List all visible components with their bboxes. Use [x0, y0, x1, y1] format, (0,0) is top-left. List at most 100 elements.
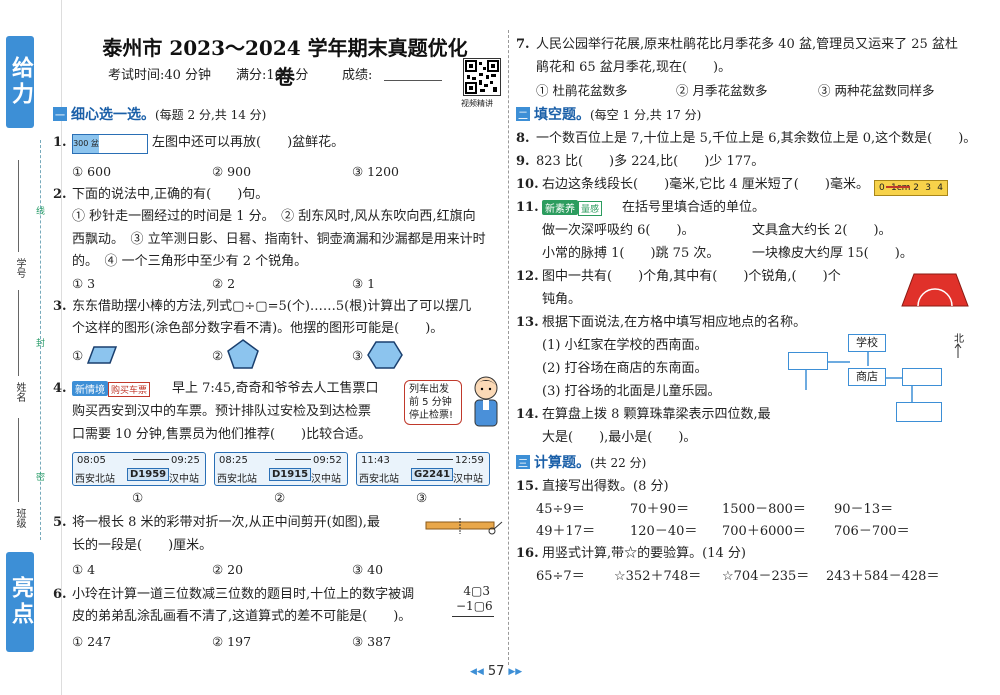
q5-number: 5.: [53, 515, 67, 530]
q1-option-2[interactable]: ② 900: [212, 164, 251, 179]
map-blank-east[interactable]: [902, 368, 942, 386]
ticket-label-1[interactable]: ①: [132, 490, 143, 505]
class-write-line: [18, 418, 19, 502]
qr-code-icon[interactable]: [463, 58, 501, 96]
q14-line-2: 大是( ),最小是( )。: [542, 430, 697, 445]
q5-option-3[interactable]: ③ 40: [352, 562, 383, 577]
north-arrow-icon: [954, 343, 962, 358]
q12-line-1: 图中一共有( )个角,其中有( )个锐角,( )个: [542, 269, 841, 284]
q4-line-3: 口需要 10 分钟,售票员为他们推荐( )比较合适。: [72, 427, 372, 442]
q9-text: 823 比( )多 224,比( )少 177。: [536, 154, 765, 169]
ruler-tick-0: 0: [879, 183, 885, 193]
q2-option-2[interactable]: ② 2: [212, 276, 235, 291]
q2-line-1: 下面的说法中,正确的有( )句。: [72, 187, 269, 202]
map-blank-west[interactable]: [788, 352, 828, 370]
q6-option-1[interactable]: ① 247: [72, 634, 111, 649]
section-2-header: 二 填空题。 (每空 1 分,共 17 分): [516, 104, 701, 124]
section-2-note: (每空 1 分,共 17 分): [590, 107, 702, 122]
q1-bar-filled: 300 盆: [73, 135, 99, 153]
q5-option-1[interactable]: ① 4: [72, 562, 95, 577]
q6-calc-line: [452, 616, 494, 617]
ticket-2-from: 西安北站: [217, 474, 257, 485]
q1-text: 左图中还可以再放( )盆鲜花。: [152, 135, 345, 150]
q3-option-1[interactable]: ①: [72, 348, 83, 363]
id-write-line: [18, 160, 19, 252]
q16-number: 16.: [516, 546, 539, 561]
label-class: 班级: [14, 508, 25, 528]
page-number: 57: [487, 664, 505, 679]
section-3-header: 三 计算题。 (共 22 分): [516, 452, 646, 472]
q14-line-1: 在算盘上拨 8 颗算珠靠梁表示四位数,最: [542, 407, 771, 422]
q3-option-3[interactable]: ③: [352, 348, 363, 363]
full-score: 满分:100 分: [236, 68, 309, 83]
q2-option-3[interactable]: ③ 1: [352, 276, 375, 291]
q1-number: 1.: [53, 135, 67, 150]
q15-item-1: 45÷9＝: [536, 502, 585, 517]
q15-item-7: 700＋6000＝: [722, 524, 806, 539]
ticket-1[interactable]: 08:05 09:25 西安北站 D1959 汉中站: [72, 452, 206, 486]
trapezoid-arc-icon: [901, 273, 969, 307]
ruler-tick-3: 3: [925, 183, 931, 193]
prev-arrow-icon: ◀◀: [470, 666, 484, 677]
q7-option-1[interactable]: ① 杜鹃花盆数多: [536, 80, 627, 99]
q11-tags: 新素养 量感: [542, 200, 603, 216]
cut-mark-2: 封: [36, 339, 46, 349]
map-school-box: 学校: [848, 334, 886, 352]
q11-line-2b: 文具盒大约长 2( )。: [752, 223, 892, 238]
q7-option-2[interactable]: ② 月季花盆数多: [676, 80, 767, 99]
q11-line-3: 小常的脉搏 1( )跳 75 次。: [542, 246, 720, 261]
q4-tag-topic: 购买车票: [108, 382, 151, 397]
next-arrow-icon: ▶▶: [508, 666, 523, 677]
q15-item-3: 1500－800＝: [722, 502, 806, 517]
q11-number: 11.: [516, 200, 539, 215]
q7-option-3[interactable]: ③ 两种花盆数同样多: [818, 80, 934, 99]
section-3-title: 计算题。: [534, 455, 590, 471]
q11-line-1: 在括号里填合适的单位。: [622, 200, 766, 215]
ticket-3-arr: 12:59: [455, 455, 484, 466]
section-1-header: 一 细心选一选。 (每题 2 分,共 14 分): [53, 104, 266, 124]
q6-calc-bottom: −1▢6: [456, 599, 493, 613]
q7-number: 7.: [516, 37, 530, 52]
score-label: 成绩:: [342, 68, 373, 83]
q5-option-2[interactable]: ② 20: [212, 562, 243, 577]
ticket-3[interactable]: 11:43 12:59 西安北站 G2241 汉中站: [356, 452, 490, 486]
q6-option-2[interactable]: ② 197: [212, 634, 251, 649]
q1-flower-bar: 300 盆: [72, 134, 148, 154]
section-3-note: (共 22 分): [590, 455, 647, 470]
section-2-badge: 二: [516, 107, 530, 122]
q6-option-3[interactable]: ③ 387: [352, 634, 391, 649]
q5-line-1: 将一根长 8 米的彩带对折一次,从正中间剪开(如图),最: [72, 515, 380, 530]
q6-line-2: 皮的弟弟乱涂乱画看不清了,这道算式的差不可能是( )。: [72, 609, 412, 624]
ticket-2[interactable]: 08:25 09:52 西安北站 D1915 汉中站: [214, 452, 348, 486]
q4-line-1: 早上 7:45,奇奇和爷爷去人工售票口: [172, 381, 379, 396]
q4-number: 4.: [53, 381, 67, 396]
column-divider: [508, 30, 509, 665]
q1-option-3[interactable]: ③ 1200: [352, 164, 399, 179]
ticket-3-to: 汉中站: [453, 474, 483, 485]
q1-option-1[interactable]: ① 600: [72, 164, 111, 179]
q12-line-2: 钝角。: [542, 292, 582, 307]
q2-line-4: 的。 ④ 一个三角形中至少有 2 个锐角。: [72, 254, 308, 269]
ticket-2-arr: 09:52: [313, 455, 342, 466]
q6-number: 6.: [53, 587, 67, 602]
section-1-title: 细心选一选。: [71, 107, 155, 123]
map-blank-southeast[interactable]: [896, 402, 942, 422]
ticket-label-3[interactable]: ③: [416, 490, 427, 505]
section-1-badge: 一: [53, 107, 67, 122]
map-store-box: 商店: [848, 368, 886, 386]
q16-item-4: 243＋584－428＝: [826, 569, 940, 584]
q15-item-6: 120－40＝: [630, 524, 698, 539]
q2-option-1[interactable]: ① 3: [72, 276, 95, 291]
pentagon-icon: [227, 339, 259, 369]
q16-title: 用竖式计算,带☆的要验算。(14 分): [542, 546, 746, 561]
ruler-tick-4: 4: [937, 183, 943, 193]
q7-line-1: 人民公园举行花展,原来杜鹃花比月季花多 40 盆,管理员又运来了 25 盆杜: [536, 37, 958, 52]
q11-tag-topic: 量感: [578, 201, 603, 216]
ticket-3-train: G2241: [411, 468, 454, 481]
q15-number: 15.: [516, 479, 539, 494]
ticket-label-2[interactable]: ②: [274, 490, 285, 505]
q3-option-2[interactable]: ②: [212, 348, 223, 363]
ticket-1-train: D1959: [127, 468, 170, 481]
q6-calc-top: 4▢3: [463, 584, 490, 598]
q15-item-2: 70＋90＝: [630, 502, 690, 517]
